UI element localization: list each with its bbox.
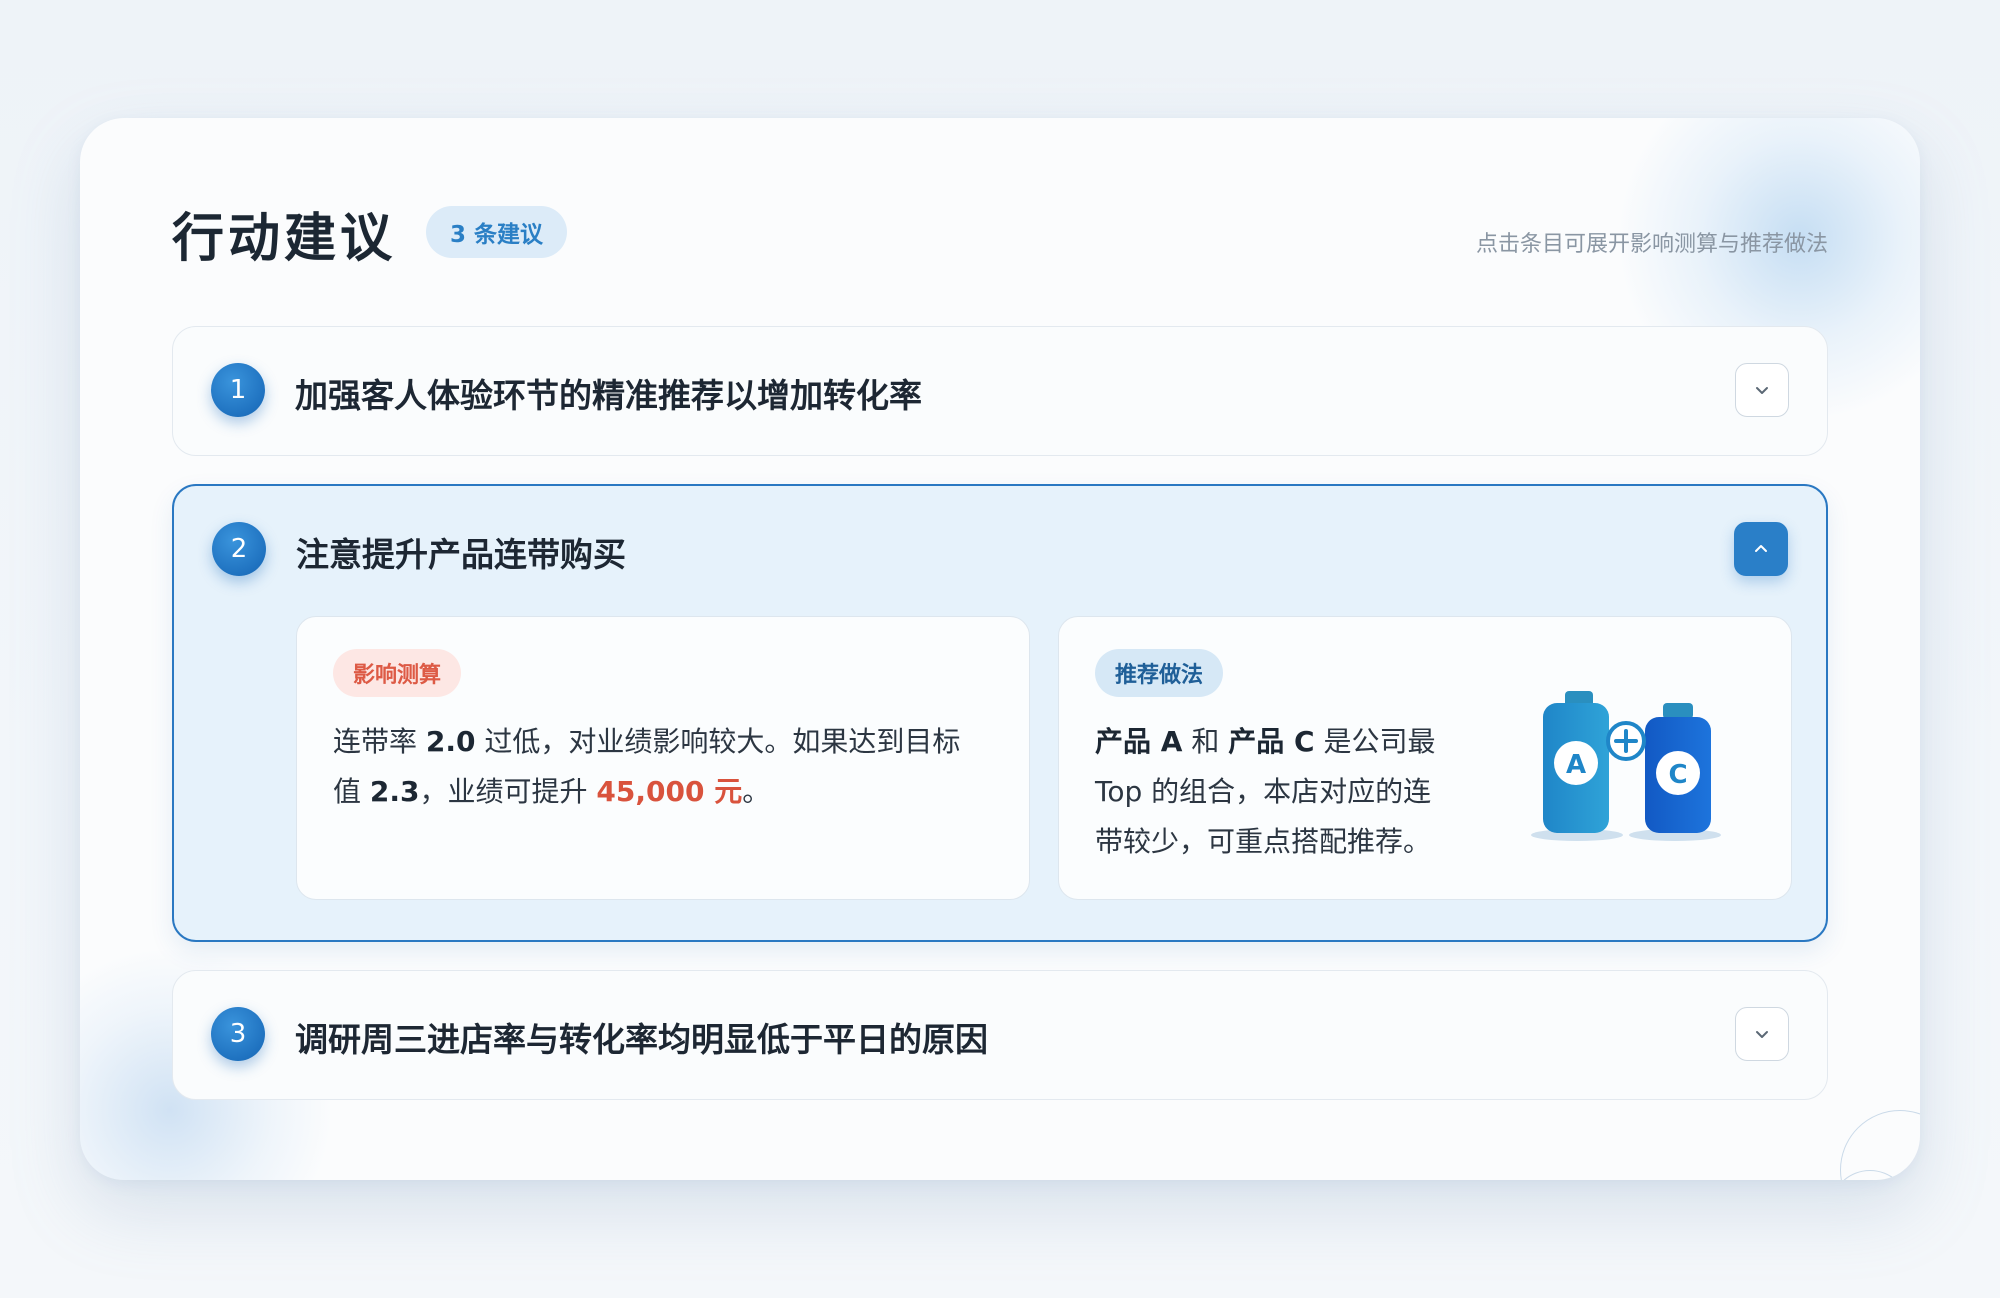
item-title: 调研周三进店率与转化率均明显低于平日的原因 [295,1020,988,1059]
practice-text: 产品 A 和 产品 C 是公司最 Top 的组合，本店对应的连 带较少，可重点搭… [1095,717,1435,867]
page-title: 行动建议 [172,209,397,269]
item-number-badge: 1 [211,363,265,417]
product-c-label: 产品 C [1228,725,1315,758]
product-bottles-illustration: A C [1531,691,1721,841]
impact-text: 连带率 2.0 过低，对业绩影响较大。如果达到目标 值 2.3，业绩可提升 45… [333,717,960,817]
chevron-down-icon [1756,1031,1768,1038]
text-segment: 。 [742,775,771,808]
text-segment: 连带率 [333,725,426,758]
action-suggestions-card: 行动建议 3 条建议 点击条目可展开影响测算与推荐做法 1 加强客人体验环节的精… [80,118,1920,1180]
item-number-badge: 2 [212,522,266,576]
uplift-amount: 45,000 元 [596,775,743,808]
collapse-button[interactable] [1734,522,1788,576]
text-segment: 值 [333,775,370,808]
impact-estimate-panel: 影响测算 连带率 2.0 过低，对业绩影响较大。如果达到目标 值 2.3，业绩可… [296,616,1030,900]
practice-line-1: 产品 A 和 产品 C 是公司最 [1095,717,1435,767]
chevron-up-icon [1755,545,1767,552]
item-number-badge: 3 [211,1007,265,1061]
item-title: 加强客人体验环节的精准推荐以增加转化率 [295,376,922,415]
current-rate: 2.0 [425,725,476,758]
count-badge: 3 条建议 [426,206,568,258]
target-rate: 2.3 [369,775,420,808]
practice-line-2: Top 的组合，本店对应的连 [1095,775,1432,808]
suggestion-item-2[interactable]: 2 注意提升产品连带购买 影响测算 连带率 2.0 过低，对业绩影响较大。如果达… [172,484,1828,942]
practice-line-3: 带较少，可重点搭配推荐。 [1095,825,1432,858]
recommended-practice-panel: 推荐做法 产品 A 和 产品 C 是公司最 Top 的组合，本店对应的连 带较少… [1058,616,1792,900]
practice-tag: 推荐做法 [1095,649,1224,697]
suggestion-item-3[interactable]: 3 调研周三进店率与转化率均明显低于平日的原因 [172,970,1828,1100]
text-segment: ，业绩可提升 [419,775,597,808]
impact-tag: 影响测算 [333,649,462,697]
bottle-label-c: C [1668,760,1687,790]
hint-text: 点击条目可展开影响测算与推荐做法 [1475,232,1828,257]
text-segment: 是公司最 [1314,725,1436,758]
item-title: 注意提升产品连带购买 [296,535,626,574]
impact-line-2: 值 2.3，业绩可提升 45,000 元。 [333,767,960,817]
chevron-down-icon [1756,387,1768,394]
product-a-label: 产品 A [1095,725,1183,758]
bottle-label-a: A [1566,750,1586,780]
expand-button[interactable] [1735,1007,1789,1061]
text-segment: 和 [1182,725,1229,758]
expand-button[interactable] [1735,363,1789,417]
suggestion-item-1[interactable]: 1 加强客人体验环节的精准推荐以增加转化率 [172,326,1828,456]
impact-line-1: 连带率 2.0 过低，对业绩影响较大。如果达到目标 [333,717,960,767]
text-segment: 过低，对业绩影响较大。如果达到目标 [475,725,961,758]
plus-icon [1606,721,1646,761]
decor-circle [1840,1110,1920,1180]
